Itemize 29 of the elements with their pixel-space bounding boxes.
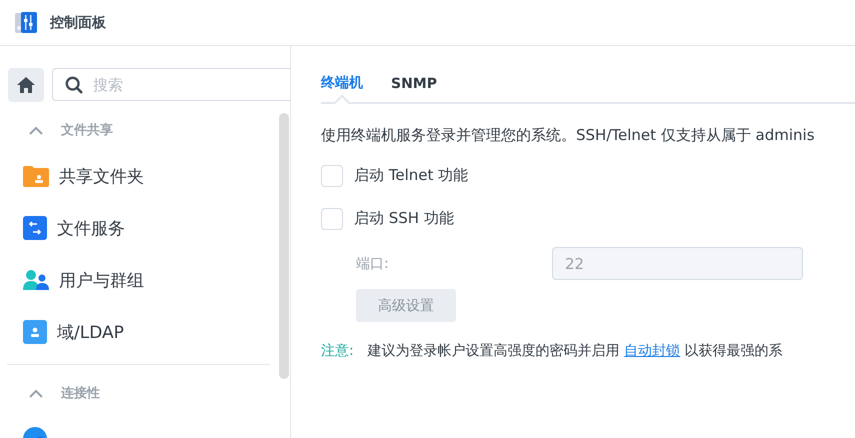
contact-card-icon xyxy=(23,320,47,344)
note-text: 建议为登录帐户设置高强度的密码并启用 自动封锁 以获得最强的系 xyxy=(368,342,783,360)
note-label: 注意: xyxy=(321,342,354,360)
folder-icon xyxy=(23,165,49,187)
sidebar-item[interactable]: 用户与群组 xyxy=(0,254,270,306)
sidebar-item[interactable]: 文件服务 xyxy=(0,202,270,254)
file-transfer-icon xyxy=(23,216,47,240)
port-label: 端口: xyxy=(356,254,390,272)
checkbox-label: 启动 SSH 功能 xyxy=(354,209,454,228)
description-text: 使用终端机服务登录并管理您的系统。SSH/Telnet 仅支持从属于 adminis xyxy=(321,126,816,145)
scrollbar[interactable] xyxy=(279,113,289,379)
sidebar-item[interactable]: 域/LDAP xyxy=(0,306,270,358)
sidebar-item[interactable]: 共享文件夹 xyxy=(0,150,270,202)
chevron-icon xyxy=(29,388,43,398)
home-button[interactable] xyxy=(8,68,44,102)
chevron-icon xyxy=(29,126,43,134)
checkbox[interactable] xyxy=(321,208,343,230)
section-header[interactable]: 文件共享 xyxy=(0,110,270,150)
search-field[interactable]: 搜索 xyxy=(52,68,290,101)
search-icon xyxy=(65,76,83,94)
tab[interactable]: SNMP xyxy=(391,76,437,102)
home-icon xyxy=(16,76,36,94)
auto-block-link[interactable]: 自动封锁 xyxy=(624,343,680,359)
window-title: 控制面板 xyxy=(50,14,106,32)
checkbox-label: 启动 Telnet 功能 xyxy=(354,166,468,185)
users-icon xyxy=(23,269,49,291)
section-header[interactable]: 连接性 xyxy=(0,373,270,413)
control-panel-icon xyxy=(15,12,37,34)
checkbox[interactable] xyxy=(321,164,343,186)
